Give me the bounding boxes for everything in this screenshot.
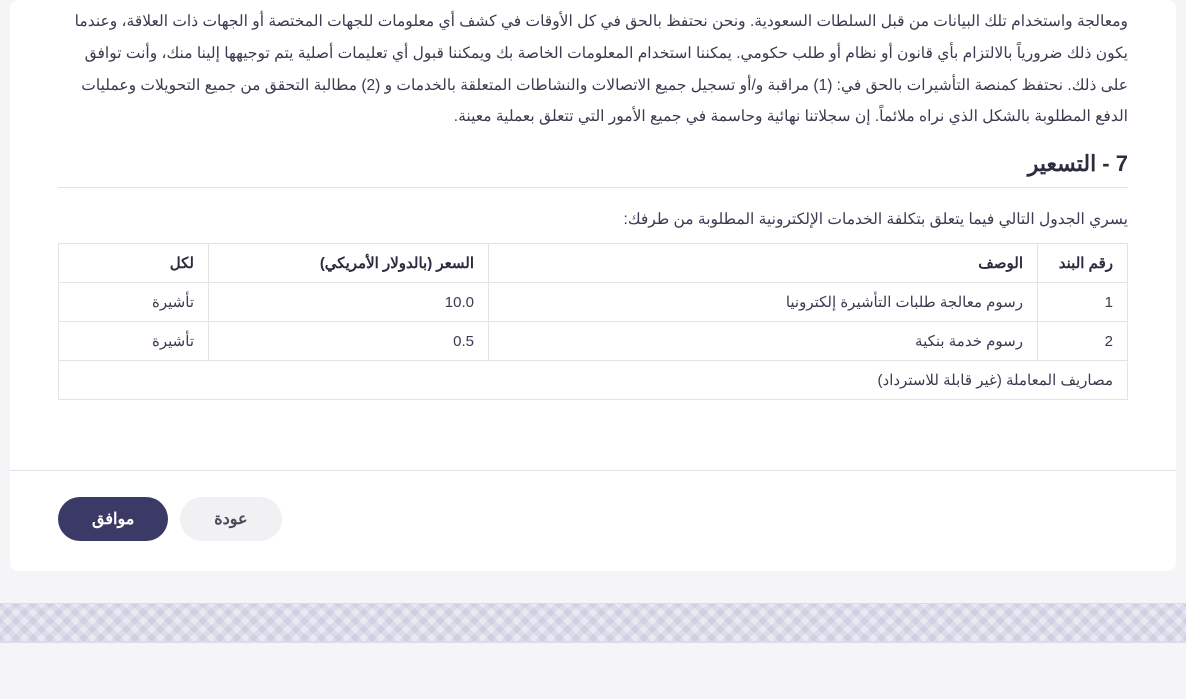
back-button[interactable]: عودة — [180, 497, 281, 541]
button-bar: موافق عودة — [10, 470, 1176, 541]
table-footnote: مصاريف المعاملة (غير قابلة للاسترداد) — [59, 361, 1128, 400]
cell-price: 10.0 — [209, 283, 489, 322]
table-footnote-row: مصاريف المعاملة (غير قابلة للاسترداد) — [59, 361, 1128, 400]
cell-per: تأشيرة — [59, 283, 209, 322]
th-item-number: رقم البند — [1038, 244, 1128, 283]
cell-per: تأشيرة — [59, 322, 209, 361]
footer-pattern — [0, 603, 1186, 643]
table-header-row: رقم البند الوصف السعر (بالدولار الأمريكي… — [59, 244, 1128, 283]
agree-button[interactable]: موافق — [58, 497, 168, 541]
pricing-table: رقم البند الوصف السعر (بالدولار الأمريكي… — [58, 243, 1128, 400]
cell-price: 0.5 — [209, 322, 489, 361]
th-price: السعر (بالدولار الأمريكي) — [209, 244, 489, 283]
th-per: لكل — [59, 244, 209, 283]
cell-desc: رسوم خدمة بنكية — [489, 322, 1038, 361]
disclosure-paragraph: ومعالجة واستخدام تلك البيانات من قبل الس… — [58, 6, 1128, 133]
table-row: 1 رسوم معالجة طلبات التأشيرة إلكترونيا 1… — [59, 283, 1128, 322]
table-row: 2 رسوم خدمة بنكية 0.5 تأشيرة — [59, 322, 1128, 361]
pricing-intro: يسري الجدول التالي فيما يتعلق بتكلفة الخ… — [58, 210, 1128, 229]
cell-desc: رسوم معالجة طلبات التأشيرة إلكترونيا — [489, 283, 1038, 322]
th-description: الوصف — [489, 244, 1038, 283]
section-title-pricing: 7 - التسعير — [58, 151, 1128, 188]
content-body: ومعالجة واستخدام تلك البيانات من قبل الس… — [10, 0, 1176, 410]
cell-num: 2 — [1038, 322, 1128, 361]
cell-num: 1 — [1038, 283, 1128, 322]
content-card: ومعالجة واستخدام تلك البيانات من قبل الس… — [10, 0, 1176, 571]
